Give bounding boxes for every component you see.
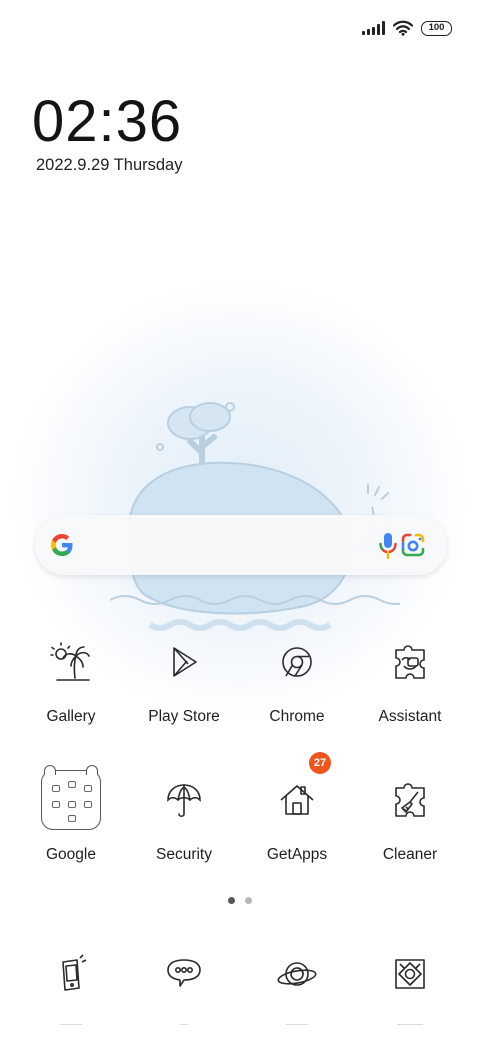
app-label: Chrome — [269, 708, 325, 725]
battery-icon: 100 — [421, 20, 452, 36]
puzzle-assistant-icon — [395, 645, 425, 679]
app-cleaner[interactable]: Cleaner — [355, 768, 465, 878]
dock-browser[interactable] — [242, 952, 352, 996]
dock-reflection — [129, 1024, 239, 1030]
camera-frame-icon — [395, 959, 425, 989]
app-label: Google — [46, 846, 96, 863]
page-dot[interactable] — [245, 897, 252, 904]
dock-camera[interactable] — [355, 952, 465, 996]
cellular-signal-icon — [362, 21, 385, 35]
house-icon — [280, 785, 314, 815]
message-bubble-icon — [167, 959, 201, 987]
phone-icon — [62, 954, 87, 991]
dock-messaging[interactable] — [129, 952, 239, 996]
app-getapps[interactable]: 27 GetApps — [242, 752, 352, 878]
dock-phone[interactable] — [16, 952, 126, 996]
app-security[interactable]: Security — [129, 768, 239, 878]
clock-date[interactable]: 2022.9.29 Thursday — [36, 156, 182, 175]
dock-reflection — [16, 1024, 126, 1030]
umbrella-icon — [167, 784, 201, 818]
microphone-icon[interactable] — [377, 531, 399, 561]
app-chrome[interactable]: Chrome — [242, 630, 352, 740]
app-label: Cleaner — [382, 846, 438, 863]
dock-reflection — [242, 1024, 352, 1030]
app-label: GetApps — [266, 846, 328, 863]
app-label: Assistant — [378, 708, 442, 725]
app-label: Play Store — [148, 708, 220, 725]
page-dot-active[interactable] — [228, 897, 235, 904]
puzzle-broom-icon — [395, 783, 425, 817]
app-folder-google[interactable]: Google — [16, 765, 126, 878]
google-search-bar[interactable] — [35, 515, 447, 575]
app-gallery[interactable]: Gallery — [16, 630, 126, 740]
chrome-icon — [282, 647, 312, 677]
app-assistant[interactable]: Assistant — [355, 630, 465, 740]
folder-icon — [41, 765, 101, 830]
dock-reflection — [355, 1024, 465, 1030]
clock-time[interactable]: 02:36 — [32, 92, 182, 152]
wifi-icon — [393, 20, 413, 36]
palm-tree-sun-icon — [50, 642, 90, 681]
status-bar: 100 — [362, 16, 452, 40]
planet-browser-icon — [277, 962, 317, 986]
page-indicator — [0, 897, 480, 904]
notification-badge: 27 — [309, 752, 331, 774]
google-lens-icon[interactable] — [399, 531, 427, 559]
app-play-store[interactable]: Play Store — [129, 630, 239, 740]
app-label: Security — [156, 846, 212, 863]
play-triangle-icon — [173, 647, 197, 677]
app-label: Gallery — [46, 708, 96, 725]
google-g-icon — [51, 534, 73, 556]
